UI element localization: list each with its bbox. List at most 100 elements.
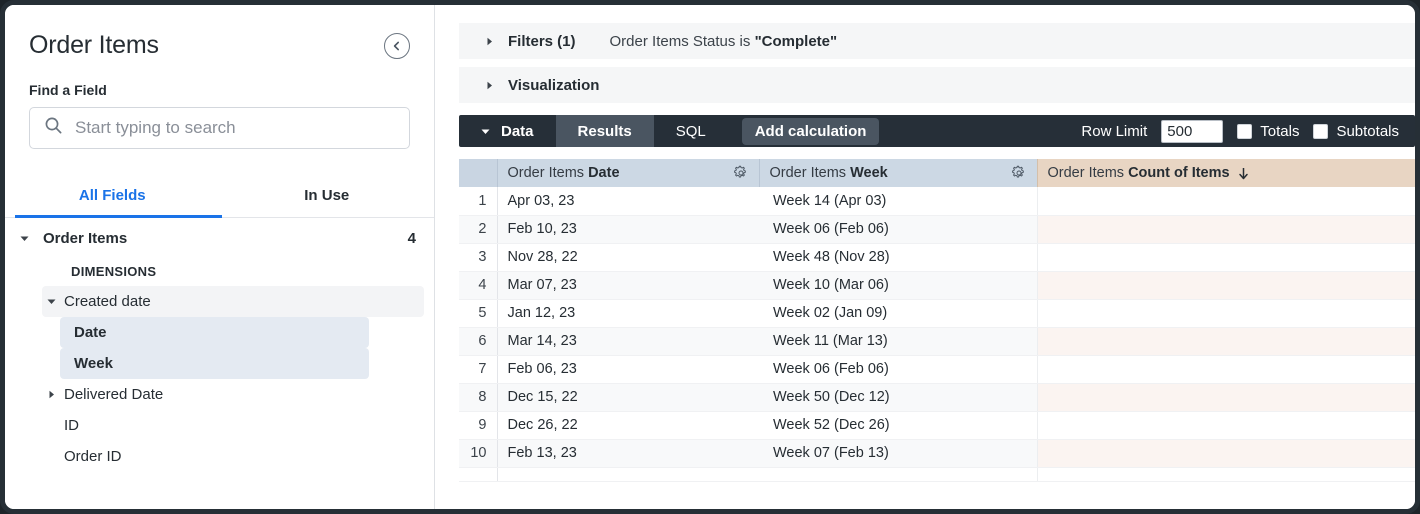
cell-count[interactable]: 348 <box>1037 327 1415 355</box>
field-group-created-date[interactable]: Created date <box>42 286 424 317</box>
active-tab-underline <box>15 215 222 218</box>
cell-date[interactable]: Mar 14, 23 <box>497 327 759 355</box>
tab-results[interactable]: Results <box>556 115 654 147</box>
cell-week[interactable]: Week 11 (Mar 13) <box>759 327 1037 355</box>
triangle-right-icon[interactable] <box>485 81 494 90</box>
search-input[interactable] <box>75 118 395 138</box>
subtotals-checkbox[interactable] <box>1313 124 1328 139</box>
column-prefix: Order Items <box>508 165 589 181</box>
field-item-week[interactable]: Week <box>60 348 369 379</box>
gear-icon[interactable] <box>733 165 749 181</box>
row-number: 9 <box>459 411 497 439</box>
results-table: Order Items Date Order Items Week <box>459 159 1415 482</box>
column-prefix: Order Items <box>770 165 851 181</box>
cell-week[interactable]: Week 52 (Dec 26) <box>759 411 1037 439</box>
triangle-down-icon[interactable] <box>15 234 33 243</box>
tab-sql[interactable]: SQL <box>654 115 728 147</box>
table-row[interactable]: 4Mar 07, 23Week 10 (Mar 06)350 <box>459 271 1415 299</box>
table-row[interactable]: 5Jan 12, 23Week 02 (Jan 09)349 <box>459 299 1415 327</box>
table-row[interactable]: 2Feb 10, 23Week 06 (Feb 06)357 <box>459 215 1415 243</box>
gear-icon[interactable] <box>1011 165 1027 181</box>
row-limit-input[interactable] <box>1161 120 1223 143</box>
cell-count[interactable]: 349 <box>1037 299 1415 327</box>
table-row[interactable]: 9Dec 26, 22Week 52 (Dec 26)342 <box>459 411 1415 439</box>
column-header-order-items-count-of-items[interactable]: Order Items Count of Items <box>1037 159 1415 187</box>
cell-week[interactable]: Week 50 (Dec 12) <box>759 383 1037 411</box>
page-title: Order Items <box>29 31 159 60</box>
toolbar-right-group: Row Limit Totals Subtotals <box>1081 115 1415 147</box>
table-row[interactable]: 6Mar 14, 23Week 11 (Mar 13)348 <box>459 327 1415 355</box>
tab-all-fields[interactable]: All Fields <box>5 177 220 217</box>
filter-expression-prefix: Order Items Status is <box>610 33 755 50</box>
totals-checkbox-wrapper[interactable]: Totals <box>1237 123 1299 140</box>
cell-count[interactable]: 345 <box>1037 383 1415 411</box>
cell-date[interactable]: Nov 28, 22 <box>497 243 759 271</box>
tree-view-order-items[interactable]: Order Items 4 <box>5 222 434 255</box>
field-item-order-id[interactable]: Order ID <box>42 441 424 472</box>
arrow-down-icon[interactable] <box>1237 166 1250 181</box>
field-item-date[interactable]: Date <box>60 317 369 348</box>
subtotals-label: Subtotals <box>1336 123 1399 140</box>
row-limit-label: Row Limit <box>1081 123 1147 140</box>
app-window: Order Items Find a Field All Fields In U… <box>0 0 1420 514</box>
subtotals-checkbox-wrapper[interactable]: Subtotals <box>1313 123 1399 140</box>
cell-week[interactable]: Week 48 (Nov 28) <box>759 243 1037 271</box>
visualization-bar[interactable]: Visualization <box>459 67 1415 103</box>
table-row[interactable]: 7Feb 06, 23Week 06 (Feb 06)346 <box>459 355 1415 383</box>
cell-count[interactable]: 346 <box>1037 355 1415 383</box>
cell-date[interactable]: Jan 12, 23 <box>497 299 759 327</box>
table-row[interactable]: 1Apr 03, 23Week 14 (Apr 03)382 <box>459 187 1415 215</box>
cell-week[interactable]: Week 07 (Feb 13) <box>759 439 1037 467</box>
cell-date[interactable]: Mar 07, 23 <box>497 271 759 299</box>
triangle-right-icon[interactable] <box>485 37 494 46</box>
chevron-left-circle-icon[interactable] <box>384 33 410 59</box>
tab-in-use[interactable]: In Use <box>220 177 435 217</box>
search-field-wrapper[interactable] <box>29 107 410 149</box>
row-number: 4 <box>459 271 497 299</box>
cell-count[interactable]: 342 <box>1037 411 1415 439</box>
cell-count[interactable]: 382 <box>1037 187 1415 215</box>
column-header-order-items-date[interactable]: Order Items Date <box>497 159 759 187</box>
cell-date[interactable]: Feb 06, 23 <box>497 355 759 383</box>
column-name: Count of Items <box>1128 165 1230 181</box>
column-header-text: Order Items Count of Items <box>1048 165 1230 181</box>
cell-count[interactable]: 352 <box>1037 243 1415 271</box>
cell-date[interactable]: Feb 10, 23 <box>497 215 759 243</box>
table-row[interactable]: 10Feb 13, 23Week 07 (Feb 13)340 <box>459 439 1415 467</box>
column-header-text: Order Items Date <box>508 165 620 181</box>
cell-date[interactable]: Feb 13, 23 <box>497 439 759 467</box>
row-number: 7 <box>459 355 497 383</box>
add-calculation-button[interactable]: Add calculation <box>742 118 880 145</box>
cell-week[interactable]: Week 02 (Jan 09) <box>759 299 1037 327</box>
totals-checkbox[interactable] <box>1237 124 1252 139</box>
cell-date[interactable]: Apr 03, 23 <box>497 187 759 215</box>
cell-week[interactable]: Week 06 (Feb 06) <box>759 355 1037 383</box>
table-row[interactable]: 3Nov 28, 22Week 48 (Nov 28)352 <box>459 243 1415 271</box>
field-tabs: All Fields In Use <box>5 177 434 218</box>
field-item-id[interactable]: ID <box>42 410 424 441</box>
table-row-partial[interactable] <box>459 467 1415 481</box>
triangle-down-icon[interactable] <box>42 297 60 306</box>
table-row[interactable]: 8Dec 15, 22Week 50 (Dec 12)345 <box>459 383 1415 411</box>
cell-week[interactable]: Week 14 (Apr 03) <box>759 187 1037 215</box>
results-header-row: Order Items Date Order Items Week <box>459 159 1415 187</box>
cell-count[interactable]: 350 <box>1037 271 1415 299</box>
cell-date[interactable]: Dec 15, 22 <box>497 383 759 411</box>
data-toolbar: Data Results SQL Add calculation Row Lim… <box>459 115 1415 147</box>
row-number: 8 <box>459 383 497 411</box>
tab-data[interactable]: Data <box>459 115 556 147</box>
cell-count[interactable]: 357 <box>1037 215 1415 243</box>
search-icon <box>44 116 63 140</box>
cell-week[interactable]: Week 06 (Feb 06) <box>759 215 1037 243</box>
cell-count[interactable]: 340 <box>1037 439 1415 467</box>
column-header-order-items-week[interactable]: Order Items Week <box>759 159 1037 187</box>
field-tree: Order Items 4 DIMENSIONS Created date Da… <box>5 218 434 472</box>
results-table-wrapper[interactable]: Order Items Date Order Items Week <box>459 159 1415 509</box>
filters-bar[interactable]: Filters (1) Order Items Status is "Compl… <box>459 23 1415 59</box>
tab-data-label: Data <box>501 123 534 140</box>
cell-date[interactable]: Dec 26, 22 <box>497 411 759 439</box>
triangle-right-icon[interactable] <box>42 390 60 399</box>
field-group-delivered-date[interactable]: Delivered Date <box>42 379 424 410</box>
triangle-down-icon[interactable] <box>481 123 490 140</box>
cell-week[interactable]: Week 10 (Mar 06) <box>759 271 1037 299</box>
